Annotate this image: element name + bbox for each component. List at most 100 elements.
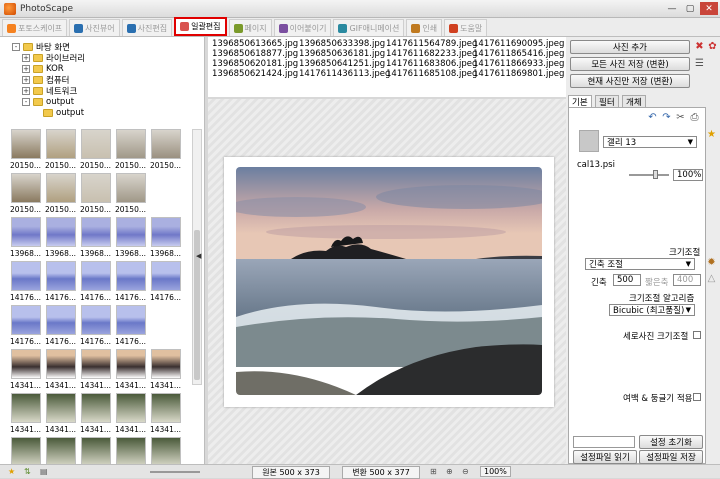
thumbnail-item[interactable]: 13968...: [8, 215, 43, 259]
short-axis-input[interactable]: 400: [673, 274, 701, 286]
star-icon[interactable]: ★: [8, 467, 15, 476]
frame-slider-handle[interactable]: [653, 170, 658, 179]
thumbnail-item[interactable]: 14341...: [113, 391, 148, 435]
close-icon[interactable]: ✕: [700, 2, 718, 15]
thumbnail-item[interactable]: 14176...: [113, 259, 148, 303]
tab-1[interactable]: 사진뷰어: [69, 19, 120, 36]
thumbnail-item[interactable]: 14341...: [78, 347, 113, 391]
tab-7[interactable]: 인쇄: [406, 19, 443, 36]
view-mode-icon[interactable]: ▤: [40, 467, 48, 476]
thumbnail-item[interactable]: 20150...: [78, 171, 113, 215]
minimize-icon[interactable]: —: [664, 2, 680, 15]
collapse-icon[interactable]: -: [22, 97, 30, 106]
print-icon[interactable]: ⎙: [689, 112, 700, 123]
thumbnail-item[interactable]: 14176...: [113, 303, 148, 347]
thumbnail-item[interactable]: 14176...: [43, 303, 78, 347]
thumbnail-item[interactable]: 14341...: [8, 391, 43, 435]
thumbnail-item[interactable]: 13968...: [78, 215, 113, 259]
thumbnail-item[interactable]: 14341...: [43, 347, 78, 391]
thumbnail-item[interactable]: 20150...: [148, 127, 183, 171]
file-name[interactable]: 1396850641251.jpg: [299, 59, 386, 69]
thumbnail-item[interactable]: 14176...: [78, 303, 113, 347]
thumbnail-item[interactable]: 13968...: [43, 215, 78, 259]
star-icon[interactable]: ★: [706, 129, 717, 140]
thumbnail-item[interactable]: 20150...: [113, 127, 148, 171]
expand-icon[interactable]: +: [22, 75, 30, 84]
crop-icon[interactable]: ✂: [675, 112, 686, 123]
thumbnail-item[interactable]: 14341...: [43, 391, 78, 435]
settings-gear-icon[interactable]: ✹: [706, 257, 717, 268]
maximize-icon[interactable]: ▢: [682, 2, 698, 15]
tree-item[interactable]: + 라이브러리: [12, 52, 205, 64]
tab-0[interactable]: 포토스케이프: [2, 19, 68, 36]
file-name[interactable]: 1396850620181.jpg: [212, 59, 299, 69]
tab-2[interactable]: 사진편집: [121, 19, 173, 36]
thumbnail-item[interactable]: 20150...: [113, 171, 148, 215]
settings-name-input[interactable]: [573, 436, 635, 448]
thumbnail-item[interactable]: 14341...: [78, 391, 113, 435]
clear-all-icon[interactable]: ✿: [707, 41, 718, 52]
tab-6[interactable]: GIF애니메이션: [333, 19, 405, 36]
tab-8[interactable]: 도움말: [444, 19, 488, 36]
tab-filter[interactable]: 필터: [595, 95, 619, 108]
file-name[interactable]: 1417611865416.jpeg: [473, 49, 564, 59]
fit-screen-icon[interactable]: ⊞: [430, 467, 437, 476]
redo-icon[interactable]: ↷: [661, 112, 672, 123]
collapse-arrow-icon[interactable]: ◀: [196, 252, 204, 268]
thumbnail-item[interactable]: 20150...: [43, 127, 78, 171]
thumbnail-item[interactable]: 13968...: [113, 215, 148, 259]
tab-basic[interactable]: 기본: [568, 95, 592, 108]
file-name[interactable]: 1396850636181.jpg: [299, 49, 386, 59]
tab-object[interactable]: 개체: [622, 95, 646, 108]
thumbnail-item[interactable]: 14341...: [148, 347, 183, 391]
frame-select[interactable]: 갤리 13 ▼: [603, 136, 697, 148]
sort-icon[interactable]: ⇅: [24, 467, 31, 476]
add-photo-button[interactable]: 사진 추가: [570, 40, 690, 54]
algorithm-select[interactable]: Bicubic (최고품질) ▼: [609, 304, 695, 316]
portrait-resize-checkbox[interactable]: [693, 331, 701, 339]
thumbnail-item[interactable]: 14341...: [113, 347, 148, 391]
thumbnail-size-slider[interactable]: [150, 471, 200, 473]
tab-4[interactable]: 페이지: [228, 19, 272, 36]
file-name[interactable]: 1396850613665.jpg: [212, 39, 299, 49]
thumbnail-item[interactable]: 14176...: [148, 259, 183, 303]
thumbnail-item[interactable]: 14341...: [8, 347, 43, 391]
file-name[interactable]: 1396850633398.jpg: [299, 39, 386, 49]
file-name[interactable]: 1417611869801.jpeg: [473, 69, 564, 79]
tree-item[interactable]: + KOR: [12, 63, 205, 74]
long-axis-input[interactable]: 500: [613, 274, 641, 286]
file-name[interactable]: 1417611866933.jpeg: [473, 59, 564, 69]
file-name[interactable]: 1417611564789.jpeg: [386, 39, 477, 49]
triangle-icon[interactable]: △: [706, 273, 717, 284]
tree-item[interactable]: - 바탕 화면: [12, 41, 205, 53]
list-icon[interactable]: ☰: [694, 58, 705, 69]
file-name[interactable]: 1396850621424.jpg: [212, 69, 299, 79]
resize-mode-select[interactable]: 긴축 조절 ▼: [585, 258, 695, 270]
save-settings-button[interactable]: 설정파일 저장: [639, 450, 703, 464]
collapse-icon[interactable]: -: [12, 42, 20, 51]
thumbnail-item[interactable]: 14176...: [78, 259, 113, 303]
frame-percent-field[interactable]: 100%: [673, 169, 703, 181]
file-name[interactable]: 1417611682233.jpeg: [386, 49, 477, 59]
thumbnail-item[interactable]: 14176...: [43, 259, 78, 303]
save-all-button[interactable]: 모든 사진 저장 (변환): [570, 57, 690, 71]
file-name[interactable]: 1396850618877.jpg: [212, 49, 299, 59]
file-name[interactable]: 1417611690095.jpeg: [473, 39, 564, 49]
file-name[interactable]: 1417611683806.jpeg: [386, 59, 477, 69]
expand-icon[interactable]: +: [22, 64, 30, 73]
frame-slider-track[interactable]: [629, 174, 669, 176]
file-name[interactable]: 1417611436113.jpeg: [299, 69, 390, 79]
expand-icon[interactable]: +: [22, 86, 30, 95]
load-settings-button[interactable]: 설정파일 읽기: [573, 450, 637, 464]
tree-item[interactable]: + 네트워크: [12, 85, 205, 97]
expand-icon[interactable]: +: [22, 53, 30, 62]
undo-icon[interactable]: ↶: [647, 112, 658, 123]
thumbnail-item[interactable]: 13968...: [148, 215, 183, 259]
thumbnail-item[interactable]: 20150...: [8, 127, 43, 171]
thumbnail-item[interactable]: 20150...: [78, 127, 113, 171]
margin-round-checkbox[interactable]: [693, 393, 701, 401]
tree-item[interactable]: - output: [12, 96, 205, 107]
thumbnail-item[interactable]: 20150...: [43, 171, 78, 215]
tab-5[interactable]: 이어붙이기: [273, 19, 332, 36]
file-name[interactable]: 1417611685108.jpeg: [386, 69, 477, 79]
